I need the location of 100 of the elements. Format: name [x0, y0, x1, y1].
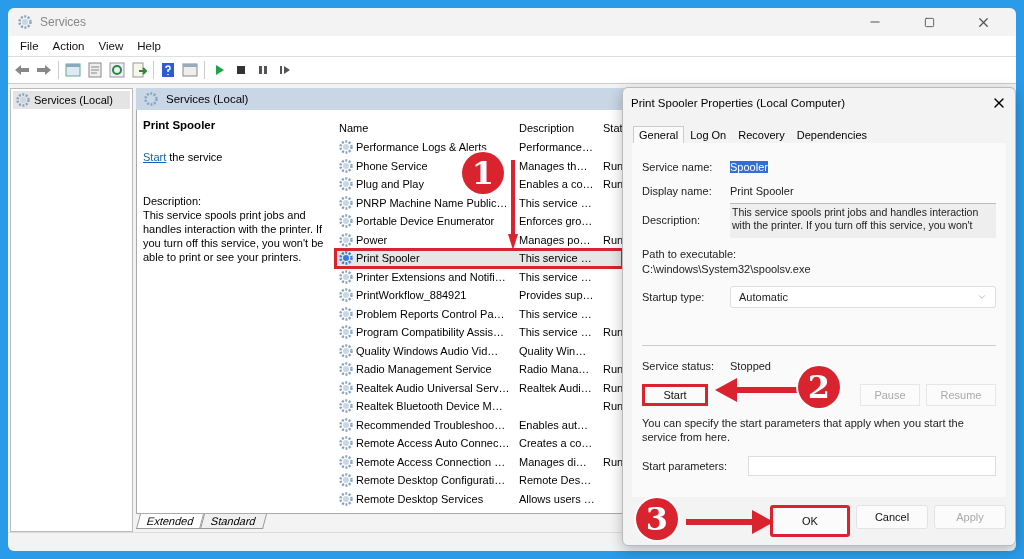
menu-item[interactable]: Help	[131, 40, 167, 52]
help-icon[interactable]	[160, 62, 176, 78]
field-label: Display name:	[642, 184, 713, 197]
service-description: This service …	[519, 270, 592, 283]
description-text: This service spools print jobs and handles interaction with the printer. If you turn off this service, you won't be able to print or see your printers.	[143, 208, 325, 264]
service-description: Enforces gro…	[519, 215, 593, 228]
step-badge: 3	[636, 498, 678, 540]
gear-icon	[339, 232, 353, 247]
gear-icon	[339, 325, 353, 340]
params-field[interactable]	[748, 455, 996, 476]
description-label: Description:	[143, 194, 203, 208]
dialog-title: Print Spooler Properties (Local Computer)	[631, 96, 846, 109]
start-link[interactable]: Start	[143, 151, 167, 163]
service-description: This service …	[519, 326, 592, 339]
service-name: Quality Windows Audio Vid…	[356, 344, 499, 357]
path-value: C:\windows\System32\spoolsv.exe	[642, 262, 812, 275]
service-name: Problem Reports Control Pa…	[356, 307, 505, 320]
service-name: Radio Management Service	[356, 363, 492, 376]
refresh-icon[interactable]	[109, 62, 125, 78]
view-tab[interactable]: Standard	[200, 514, 268, 529]
service-name: Recommended Troubleshoo…	[356, 418, 506, 431]
service-name: Realtek Audio Universal Serv…	[356, 381, 510, 394]
service-description: Manages po…	[519, 233, 591, 246]
service-name: Phone Service	[356, 159, 428, 172]
service-status: Run	[603, 159, 624, 172]
pane-toggle-icon[interactable]	[65, 62, 81, 78]
service-description: Manages th…	[519, 159, 588, 172]
back-arrow-icon[interactable]	[14, 62, 30, 78]
menu-item[interactable]: File	[14, 40, 45, 52]
startup-dropdown[interactable]: Automatic	[730, 285, 996, 308]
gear-icon	[339, 380, 353, 395]
window-title: Services	[40, 15, 87, 29]
service-name: Remote Desktop Configurati…	[356, 474, 506, 487]
menu-item[interactable]: View	[92, 40, 130, 52]
gear-icon	[339, 343, 353, 358]
forward-arrow-icon[interactable]	[36, 62, 52, 78]
gear-icon	[144, 92, 158, 106]
gear-icon	[339, 399, 353, 414]
dialog-button[interactable]: OK	[770, 505, 850, 537]
service-description: Radio Mana…	[519, 363, 590, 376]
service-name: Remote Desktop Services	[356, 492, 484, 505]
service-description: This service …	[519, 196, 592, 209]
gear-icon	[339, 269, 353, 284]
service-status: Run	[603, 381, 624, 394]
params-label: Start parameters:	[642, 459, 728, 472]
gear-icon	[339, 417, 353, 432]
status-value: Stopped	[730, 359, 771, 372]
service-name: Remote Access Connection …	[356, 455, 506, 468]
service-description: Remote Des…	[519, 474, 592, 487]
dialog-button[interactable]: Cancel	[856, 505, 928, 529]
path-label: Path to executable:	[642, 247, 738, 260]
service-description: Provides sup…	[519, 289, 594, 302]
service-name: PrintWorkflow_884921	[356, 289, 467, 302]
service-name: Power	[356, 233, 388, 246]
service-description: Performance…	[519, 141, 593, 154]
gear-icon	[18, 15, 32, 29]
gear-icon	[339, 362, 353, 377]
service-status: Run	[603, 455, 624, 468]
field-label: Service name:	[642, 160, 714, 173]
service-description: Creates a co…	[519, 437, 593, 450]
startup-label: Startup type:	[642, 290, 706, 303]
field-value: Print Spooler	[730, 184, 794, 197]
gear-icon	[339, 158, 353, 173]
service-status: Run	[603, 233, 624, 246]
service-name: Performance Logs & Alerts	[356, 141, 487, 154]
service-description: Realtek Audi…	[519, 381, 592, 394]
service-description: Quality Win…	[519, 344, 587, 357]
dialog-tab[interactable]: Recovery	[732, 125, 791, 143]
dialog-tab[interactable]: Dependencies	[790, 125, 874, 143]
service-name: Printer Extensions and Notifi…	[356, 270, 506, 283]
service-name: Portable Device Enumerator	[356, 215, 495, 228]
gear-icon	[339, 491, 353, 506]
column-header[interactable]: Stat	[599, 122, 621, 134]
gear-icon	[339, 306, 353, 321]
column-header[interactable]: Description	[515, 122, 599, 134]
service-name: PNRP Machine Name Public…	[356, 196, 508, 209]
service-row[interactable]: Print Spooler This service …	[335, 249, 623, 268]
dialog-tab[interactable]: Log On	[684, 125, 733, 143]
pane-title: Services (Local)	[166, 93, 249, 105]
export-icon[interactable]	[131, 62, 147, 78]
step-badge: 1	[462, 152, 504, 194]
gear-icon	[16, 93, 30, 107]
service-title: Print Spooler	[143, 118, 217, 132]
gear-icon	[339, 195, 353, 210]
service-name: Remote Access Auto Connec…	[356, 437, 510, 450]
menu-item[interactable]: Action	[46, 40, 91, 52]
gear-icon	[339, 454, 353, 469]
service-status: Run	[603, 178, 624, 191]
tree-item[interactable]: Services (Local)	[13, 91, 130, 109]
service-description: Allows users …	[519, 492, 595, 505]
properties-icon[interactable]	[87, 62, 103, 78]
description-box[interactable]: This service spools print jobs and handles interaction with the printer. If you turn off this service, you won't	[730, 202, 996, 238]
view-tab[interactable]: Extended	[136, 514, 205, 529]
gear-icon	[339, 214, 353, 229]
service-button[interactable]: Start	[642, 383, 708, 406]
column-header[interactable]: Name	[335, 122, 515, 134]
gear-icon	[339, 473, 353, 488]
service-description: Enables a co…	[519, 178, 594, 191]
dialog-tab[interactable]: General	[633, 125, 685, 143]
console-icon[interactable]	[182, 62, 198, 78]
